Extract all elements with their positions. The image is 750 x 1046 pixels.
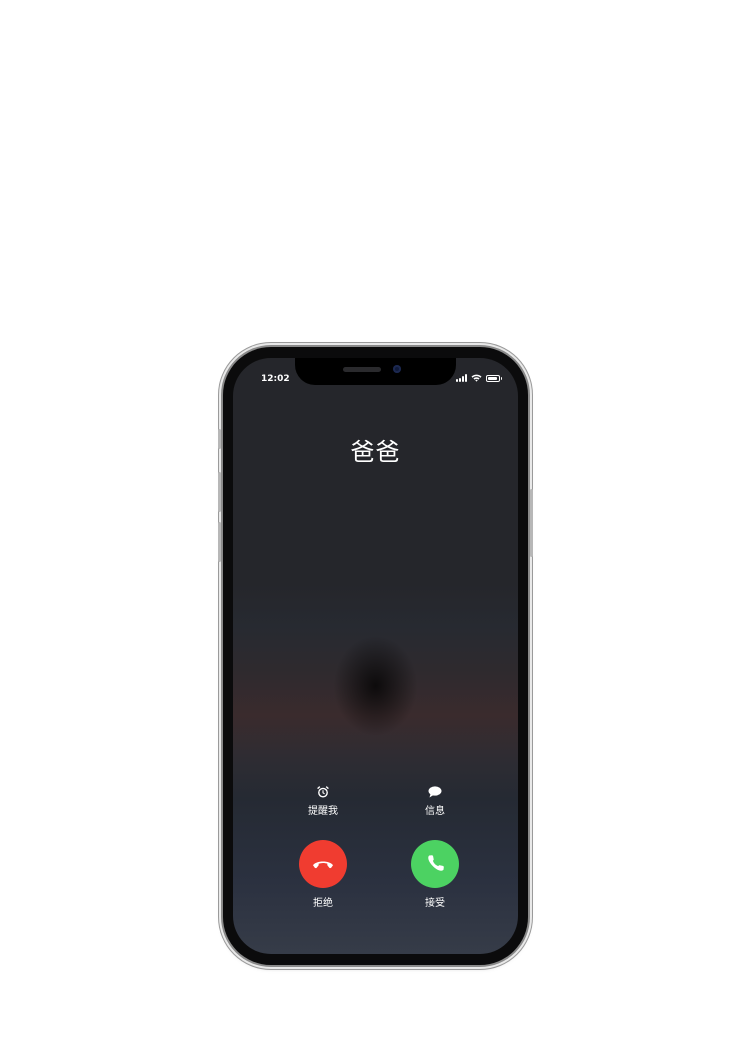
power-button: [530, 489, 533, 557]
remind-me-button[interactable]: 提醒我: [283, 786, 363, 817]
decline-call-button[interactable]: 拒绝: [283, 840, 363, 909]
caller-name: 爸爸: [350, 438, 401, 466]
decline-label: 拒绝: [313, 898, 333, 909]
volume-down-button: [218, 522, 221, 562]
mute-switch: [218, 429, 221, 449]
alarm-clock-icon: [317, 786, 329, 798]
earpiece-speaker: [343, 367, 381, 372]
message-button[interactable]: 信息: [395, 786, 475, 817]
speech-bubble-icon: [428, 786, 442, 798]
remind-me-label: 提醒我: [308, 806, 338, 817]
wifi-icon: [471, 374, 482, 382]
phone-frame: 12:02 爸爸 提醒我 信息 拒绝 接受: [218, 347, 533, 965]
phone-icon: [428, 855, 444, 871]
battery-icon: [486, 374, 502, 382]
decline-circle[interactable]: [299, 840, 347, 888]
battery-fill: [488, 376, 497, 380]
phone-hangup-icon: [313, 861, 333, 869]
volume-up-button: [218, 472, 221, 512]
status-time: 12:02: [261, 374, 290, 384]
front-camera: [393, 365, 401, 373]
accept-circle[interactable]: [411, 840, 459, 888]
accept-label: 接受: [425, 898, 445, 909]
accept-call-button[interactable]: 接受: [395, 840, 475, 909]
status-icons: [456, 374, 502, 382]
message-label: 信息: [425, 806, 445, 817]
notch: [295, 358, 456, 385]
cellular-signal-icon: [456, 374, 467, 382]
incoming-call-screen: 12:02 爸爸 提醒我 信息 拒绝 接受: [233, 358, 518, 954]
